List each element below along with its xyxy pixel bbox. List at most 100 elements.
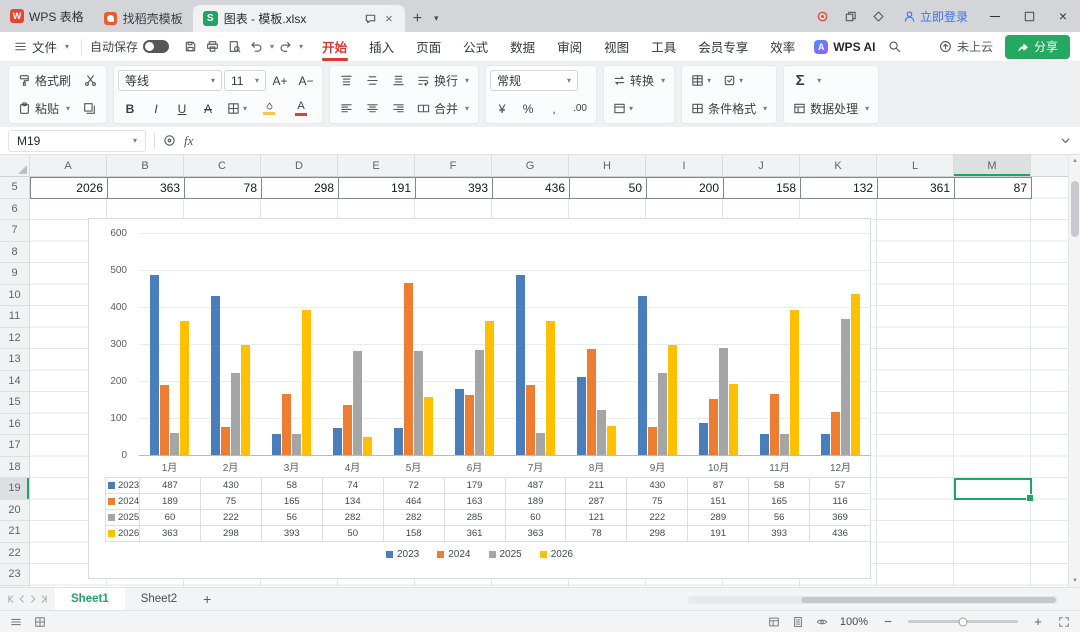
row-header-21[interactable]: 21 (0, 521, 29, 543)
bar-2025-12月[interactable] (841, 318, 850, 455)
app-menu-button[interactable]: W WPS 表格 (0, 0, 94, 32)
row-header-10[interactable]: 10 (0, 285, 29, 306)
row-header-8[interactable]: 8 (0, 242, 29, 263)
bar-2026-6月[interactable] (485, 321, 494, 455)
row-header-5[interactable]: 5 (0, 177, 29, 199)
bar-2025-3月[interactable] (292, 434, 301, 455)
bar-2024-2月[interactable] (221, 427, 230, 455)
percent-format-button[interactable]: % (516, 98, 540, 120)
cell-D5[interactable]: 298 (261, 177, 339, 199)
column-header-D[interactable]: D (261, 155, 338, 176)
align-bottom-button[interactable] (386, 70, 410, 92)
cell-H5[interactable]: 50 (569, 177, 647, 199)
bar-2026-1月[interactable] (180, 320, 189, 455)
column-header-A[interactable]: A (30, 155, 107, 176)
bar-2024-11月[interactable] (770, 393, 779, 455)
font-name-select[interactable]: 等线 ▾ (118, 70, 223, 91)
comma-format-button[interactable]: , (542, 98, 566, 120)
merge-cells-button[interactable]: 合并 ▾ (412, 98, 474, 120)
cell-J5[interactable]: 158 (723, 177, 801, 199)
bar-2026-9月[interactable] (668, 344, 677, 455)
wps-ai-button[interactable]: A WPS AI (814, 39, 875, 54)
bar-2025-7月[interactable] (536, 432, 545, 455)
align-left-button[interactable] (334, 98, 358, 120)
column-header-C[interactable]: C (184, 155, 261, 176)
theme-icon[interactable] (809, 0, 837, 32)
menu-tab-审阅[interactable]: 审阅 (546, 32, 593, 61)
table-style-button[interactable]: ▾ (686, 70, 716, 92)
comment-bubble-icon[interactable] (364, 12, 377, 25)
italic-button[interactable]: I (144, 98, 168, 120)
bar-2024-9月[interactable] (648, 427, 657, 455)
last-sheet-icon[interactable] (39, 594, 49, 604)
normal-view-icon[interactable] (768, 616, 780, 628)
column-header-K[interactable]: K (800, 155, 877, 176)
column-header-L[interactable]: L (877, 155, 954, 176)
row-header-20[interactable]: 20 (0, 500, 29, 521)
smart-toolbox-icon[interactable] (163, 134, 176, 147)
zoom-out-button[interactable]: − (880, 614, 896, 630)
status-menu-icon[interactable] (10, 616, 22, 628)
row-header-22[interactable]: 22 (0, 543, 29, 564)
format-painter-button[interactable]: 格式刷 (13, 70, 76, 92)
row-header-14[interactable]: 14 (0, 371, 29, 392)
bar-2026-11月[interactable] (790, 309, 799, 455)
cell-format-button[interactable]: ▾ (608, 98, 638, 120)
conditional-format-button[interactable]: 条件格式 ▾ (686, 98, 772, 120)
previous-sheet-icon[interactable] (17, 594, 27, 604)
bar-2024-7月[interactable] (526, 385, 535, 455)
cell-E5[interactable]: 191 (338, 177, 416, 199)
bar-2025-1月[interactable] (170, 432, 179, 455)
redo-dropdown-icon[interactable]: ▾ (299, 42, 303, 51)
cell-L5[interactable]: 361 (877, 177, 955, 199)
first-sheet-icon[interactable] (6, 594, 16, 604)
cell-B5[interactable]: 363 (107, 177, 185, 199)
bar-2026-10月[interactable] (729, 384, 738, 455)
bar-2023-4月[interactable] (333, 427, 342, 455)
redo-button[interactable] (274, 35, 296, 59)
menu-tab-插入[interactable]: 插入 (358, 32, 405, 61)
paste-button[interactable]: 粘贴 ▾ (13, 98, 75, 120)
add-sheet-button[interactable]: + (193, 591, 221, 607)
currency-format-button[interactable]: ¥ (490, 98, 514, 120)
legend-item-2024[interactable]: 2024 (437, 549, 471, 560)
cell-M5[interactable]: 87 (954, 177, 1032, 199)
bar-2026-7月[interactable] (546, 320, 555, 455)
bar-2026-4月[interactable] (363, 436, 372, 455)
save-button[interactable] (179, 35, 201, 59)
column-header-B[interactable]: B (107, 155, 184, 176)
bar-2023-8月[interactable] (577, 376, 586, 455)
menu-tab-效率[interactable]: 效率 (759, 32, 806, 61)
bar-2024-3月[interactable] (282, 393, 291, 455)
minimize-button[interactable] (978, 0, 1012, 32)
copy-button[interactable] (77, 98, 101, 120)
row-header-12[interactable]: 12 (0, 328, 29, 349)
increase-font-size-button[interactable]: A+ (268, 70, 292, 92)
zoom-slider[interactable] (908, 617, 1018, 626)
wrap-text-button[interactable]: 换行 ▾ (412, 70, 474, 92)
bar-2026-3月[interactable] (302, 309, 311, 455)
premium-diamond-icon[interactable] (865, 0, 893, 32)
row-header-6[interactable]: 6 (0, 199, 29, 220)
menu-tab-会员专享[interactable]: 会员专享 (687, 32, 759, 61)
align-right-button[interactable] (386, 98, 410, 120)
vertical-scroll-thumb[interactable] (1071, 181, 1079, 237)
horizontal-scrollbar[interactable] (688, 596, 1058, 604)
font-size-select[interactable]: 11 ▾ (224, 70, 267, 91)
bar-2026-8月[interactable] (607, 426, 616, 455)
bar-2023-3月[interactable] (272, 433, 281, 455)
windows-icon[interactable] (837, 0, 865, 32)
share-button[interactable]: 分享 (1004, 34, 1070, 59)
tab-template-store[interactable]: 找稻壳模板 (94, 5, 193, 32)
autosave-toggle[interactable] (143, 40, 170, 53)
fullscreen-icon[interactable] (1058, 616, 1070, 628)
column-header-H[interactable]: H (569, 155, 646, 176)
bar-2023-12月[interactable] (821, 433, 830, 455)
new-tab-button[interactable]: + (405, 5, 430, 32)
login-button[interactable]: 立即登录 (893, 8, 978, 25)
column-header-E[interactable]: E (338, 155, 415, 176)
align-middle-button[interactable] (360, 70, 384, 92)
row-header-7[interactable]: 7 (0, 220, 29, 242)
vertical-scrollbar[interactable]: ▲ ▼ (1068, 155, 1080, 587)
cell-G5[interactable]: 436 (492, 177, 570, 199)
